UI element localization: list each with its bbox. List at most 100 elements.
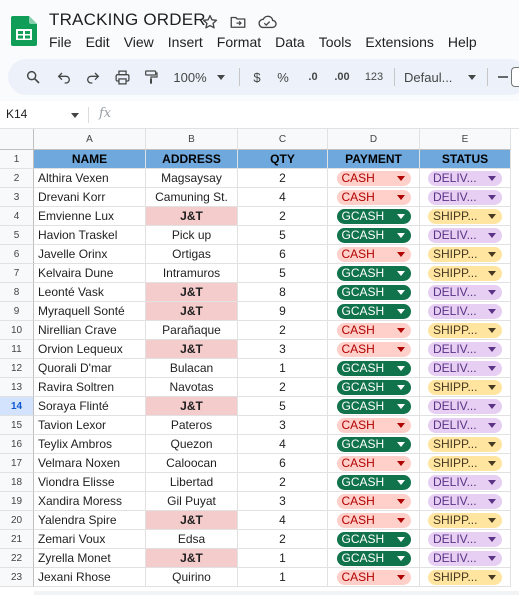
payment-cell[interactable]: GCASH (328, 435, 420, 454)
qty-cell[interactable]: 3 (238, 340, 328, 359)
menu-insert[interactable]: Insert (168, 34, 203, 50)
increase-decimal-button[interactable]: .00 (328, 59, 356, 95)
status-cell[interactable]: DELIV... (420, 169, 511, 188)
status-cell[interactable]: DELIV... (420, 188, 511, 207)
status-chip-shipp[interactable]: SHIPP... (428, 322, 502, 338)
row-header-15[interactable]: 15 (0, 416, 34, 435)
row-header-16[interactable]: 16 (0, 435, 34, 454)
status-cell[interactable]: DELIV... (420, 397, 511, 416)
payment-chip-gcash[interactable]: GCASH (336, 303, 411, 319)
row-header-23[interactable]: 23 (0, 568, 34, 587)
address-cell[interactable]: Pateros (146, 416, 238, 435)
header-cell-address[interactable]: ADDRESS (146, 150, 238, 169)
row-header-4[interactable]: 4 (0, 207, 34, 226)
name-cell[interactable]: Teylix Ambros (34, 435, 146, 454)
status-chip-deliv[interactable]: DELIV... (428, 284, 502, 300)
payment-chip-gcash[interactable]: GCASH (336, 360, 411, 376)
name-cell[interactable]: Leonté Vask (34, 283, 146, 302)
qty-cell[interactable]: 5 (238, 397, 328, 416)
status-cell[interactable]: SHIPP... (420, 454, 511, 473)
payment-chip-cash[interactable]: CASH (336, 569, 411, 585)
row-header-21[interactable]: 21 (0, 530, 34, 549)
payment-chip-gcash[interactable]: GCASH (336, 550, 411, 566)
payment-chip-cash[interactable]: CASH (336, 341, 411, 357)
qty-cell[interactable]: 9 (238, 302, 328, 321)
column-header-e[interactable]: E (420, 129, 511, 150)
status-chip-deliv[interactable]: DELIV... (428, 360, 502, 376)
row-header-11[interactable]: 11 (0, 340, 34, 359)
name-box[interactable]: K14 (6, 107, 27, 121)
cloud-status-icon[interactable] (257, 13, 277, 31)
qty-cell[interactable]: 6 (238, 245, 328, 264)
payment-cell[interactable]: CASH (328, 321, 420, 340)
address-cell[interactable]: Quezon (146, 435, 238, 454)
qty-cell[interactable]: 2 (238, 378, 328, 397)
status-cell[interactable]: SHIPP... (420, 378, 511, 397)
payment-chip-cash[interactable]: CASH (336, 246, 411, 262)
qty-cell[interactable]: 1 (238, 359, 328, 378)
status-cell[interactable]: DELIV... (420, 359, 511, 378)
status-chip-deliv[interactable]: DELIV... (428, 341, 502, 357)
redo-icon[interactable] (80, 59, 106, 95)
status-chip-shipp[interactable]: SHIPP... (428, 455, 502, 471)
qty-cell[interactable]: 2 (238, 530, 328, 549)
payment-cell[interactable]: CASH (328, 454, 420, 473)
payment-chip-gcash[interactable]: GCASH (336, 436, 411, 452)
status-cell[interactable]: DELIV... (420, 549, 511, 568)
row-header-19[interactable]: 19 (0, 492, 34, 511)
status-chip-deliv[interactable]: DELIV... (428, 417, 502, 433)
name-cell[interactable]: Ravira Soltren (34, 378, 146, 397)
address-cell[interactable]: Ortigas (146, 245, 238, 264)
status-cell[interactable]: SHIPP... (420, 321, 511, 340)
name-cell[interactable]: Jexani Rhose (34, 568, 146, 587)
address-cell[interactable]: J&T (146, 511, 238, 530)
address-cell[interactable]: J&T (146, 283, 238, 302)
payment-chip-gcash[interactable]: GCASH (336, 379, 411, 395)
qty-cell[interactable]: 4 (238, 435, 328, 454)
search-icon[interactable] (20, 59, 46, 95)
address-cell[interactable]: J&T (146, 549, 238, 568)
status-cell[interactable]: SHIPP... (420, 245, 511, 264)
column-header-b[interactable]: B (146, 129, 238, 150)
formula-input[interactable] (124, 105, 514, 125)
menu-edit[interactable]: Edit (86, 34, 110, 50)
menu-help[interactable]: Help (448, 34, 477, 50)
payment-cell[interactable]: GCASH (328, 302, 420, 321)
menu-view[interactable]: View (124, 34, 154, 50)
name-cell[interactable]: Viondra Elisse (34, 473, 146, 492)
payment-cell[interactable]: CASH (328, 492, 420, 511)
paint-format-icon[interactable] (138, 59, 164, 95)
payment-chip-cash[interactable]: CASH (336, 417, 411, 433)
chevron-down-icon[interactable] (71, 113, 79, 118)
menu-extensions[interactable]: Extensions (365, 34, 433, 50)
header-cell-payment[interactable]: PAYMENT (328, 150, 420, 169)
qty-cell[interactable]: 8 (238, 283, 328, 302)
name-cell[interactable]: Velmara Noxen (34, 454, 146, 473)
payment-cell[interactable]: GCASH (328, 378, 420, 397)
menu-data[interactable]: Data (275, 34, 305, 50)
address-cell[interactable]: Intramuros (146, 264, 238, 283)
payment-cell[interactable]: CASH (328, 169, 420, 188)
status-cell[interactable]: DELIV... (420, 226, 511, 245)
qty-cell[interactable]: 1 (238, 549, 328, 568)
select-all-corner[interactable] (0, 129, 34, 150)
qty-cell[interactable]: 2 (238, 321, 328, 340)
undo-icon[interactable] (51, 59, 77, 95)
row-header-22[interactable]: 22 (0, 549, 34, 568)
address-cell[interactable]: Magsaysay (146, 169, 238, 188)
address-cell[interactable]: Quirino (146, 568, 238, 587)
zoom-select[interactable]: 100% (168, 59, 230, 95)
spreadsheet-grid[interactable]: A B C D E 1 NAME ADDRESS QTY PAYMENT STATUS 2 Althir… (0, 129, 519, 595)
status-chip-deliv[interactable]: DELIV... (428, 493, 502, 509)
payment-chip-gcash[interactable]: GCASH (336, 284, 411, 300)
status-cell[interactable]: DELIV... (420, 283, 511, 302)
row-header-14[interactable]: 14 (0, 397, 34, 416)
move-folder-icon[interactable] (229, 13, 247, 31)
row-header-10[interactable]: 10 (0, 321, 34, 340)
address-cell[interactable]: Caloocan (146, 454, 238, 473)
status-chip-shipp[interactable]: SHIPP... (428, 379, 502, 395)
status-chip-shipp[interactable]: SHIPP... (428, 512, 502, 528)
payment-chip-cash[interactable]: CASH (336, 455, 411, 471)
header-cell-status[interactable]: STATUS (420, 150, 511, 169)
document-title[interactable]: TRACKING ORDER (49, 10, 206, 30)
